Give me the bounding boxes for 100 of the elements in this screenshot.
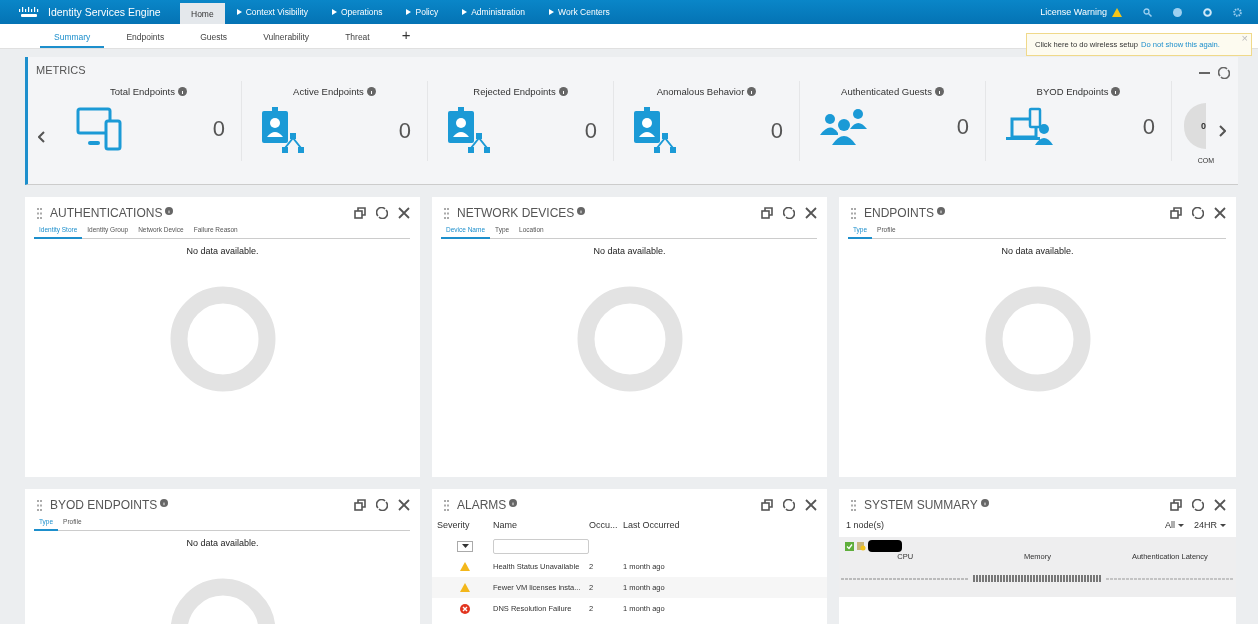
- info-icon: [577, 206, 586, 215]
- drag-handle-icon[interactable]: [444, 499, 449, 511]
- caret-icon: [1220, 523, 1226, 527]
- license-warning-link[interactable]: License Warning: [1040, 7, 1107, 17]
- caret-icon: [461, 544, 469, 548]
- dashlet-title: NETWORK DEVICES: [457, 206, 575, 220]
- detach-icon[interactable]: [761, 207, 773, 219]
- info-icon: [1111, 87, 1121, 96]
- id-badge-network-icon: [448, 107, 492, 155]
- metric-value: 0: [770, 118, 783, 144]
- refresh-icon[interactable]: [376, 499, 388, 511]
- search-icon[interactable]: [1143, 7, 1152, 17]
- metric-title: Rejected Endpoints: [473, 86, 556, 97]
- info-icon: [558, 87, 568, 96]
- sub-tab[interactable]: Endpoints: [112, 28, 179, 48]
- dashlet-title: AUTHENTICATIONS: [50, 206, 163, 220]
- redaction-mark: [868, 540, 902, 552]
- metric-value: 0: [398, 118, 411, 144]
- filter-dropdown[interactable]: 24HR: [1194, 520, 1226, 530]
- metric-value: 0: [212, 116, 225, 142]
- nav-tab[interactable]: Operations: [319, 3, 395, 21]
- info-icon: [366, 87, 376, 96]
- metric-title: Total Endpoints: [110, 86, 175, 97]
- empty-message: No data available.: [185, 538, 260, 548]
- close-icon[interactable]: [398, 499, 410, 511]
- detach-icon[interactable]: [761, 499, 773, 511]
- gauge-value: 0: [1201, 121, 1206, 131]
- empty-message: No data available.: [1000, 246, 1075, 256]
- warning-icon: [460, 583, 470, 592]
- info-icon: [509, 498, 518, 507]
- column-header[interactable]: Last Occurred: [623, 520, 709, 530]
- nav-tab[interactable]: Administration: [450, 3, 538, 21]
- metric-title: Active Endpoints: [293, 86, 364, 97]
- refresh-icon[interactable]: [1218, 67, 1230, 79]
- refresh-icon[interactable]: [1192, 499, 1204, 511]
- settings-icon[interactable]: [1203, 7, 1212, 17]
- warning-icon: [1112, 7, 1122, 17]
- column-header[interactable]: Severity: [437, 520, 493, 530]
- detach-icon[interactable]: [1170, 207, 1182, 219]
- close-icon[interactable]: [398, 207, 410, 219]
- drag-handle-icon[interactable]: [37, 207, 42, 219]
- close-icon[interactable]: [805, 207, 817, 219]
- detach-icon[interactable]: [354, 499, 366, 511]
- column-header[interactable]: Name: [493, 520, 589, 530]
- product-name: Identity Services Engine: [48, 6, 162, 18]
- sub-tab[interactable]: Threat: [331, 28, 384, 48]
- panel-title: METRICS: [36, 64, 86, 76]
- close-icon[interactable]: [1214, 207, 1226, 219]
- caret-icon: [462, 9, 468, 15]
- computer-and-phone-icon: [76, 107, 124, 151]
- laptop-phone-person-icon: [1006, 107, 1054, 147]
- caret-icon: [331, 9, 337, 15]
- nav-tab[interactable]: Context Visibility: [224, 3, 320, 21]
- caret-icon: [406, 9, 412, 15]
- caret-icon: [1178, 523, 1184, 527]
- dashlet-title: ENDPOINTS: [864, 206, 934, 220]
- refresh-icon[interactable]: [783, 499, 795, 511]
- metric-title: BYOD Endpoints: [1036, 86, 1109, 97]
- info-icon: [165, 206, 174, 215]
- name-filter-field[interactable]: [493, 538, 589, 554]
- refresh-icon[interactable]: [376, 207, 388, 219]
- info-icon: [937, 206, 945, 215]
- drag-handle-icon[interactable]: [444, 207, 449, 219]
- metric-value: 0: [584, 118, 597, 144]
- people-group-icon: [820, 107, 868, 147]
- gear-icon[interactable]: [1233, 7, 1242, 17]
- drag-handle-icon[interactable]: [851, 207, 856, 219]
- drag-handle-icon[interactable]: [851, 499, 856, 511]
- sub-tab[interactable]: Guests: [186, 28, 242, 48]
- metric-title: Authenticated Guests: [841, 86, 932, 97]
- id-badge-network-icon: [262, 107, 306, 155]
- metric-value: 0: [1142, 114, 1155, 140]
- info-icon: [980, 498, 989, 507]
- info-icon: [934, 87, 944, 96]
- nav-tab[interactable]: Policy: [394, 3, 451, 21]
- filter-dropdown[interactable]: All: [1164, 520, 1184, 530]
- dashlet-title: SYSTEM SUMMARY: [864, 498, 978, 512]
- warning-icon: [460, 562, 470, 571]
- sub-tab[interactable]: Summary: [40, 28, 105, 48]
- empty-message: No data available.: [185, 246, 260, 256]
- add-tab-button[interactable]: +: [401, 26, 411, 43]
- drag-handle-icon[interactable]: [37, 499, 42, 511]
- detach-icon[interactable]: [354, 207, 366, 219]
- severity-filter-dropdown[interactable]: [457, 540, 473, 552]
- error-icon: [460, 603, 470, 614]
- node-icon: [856, 541, 866, 551]
- nav-tab[interactable]: Home: [180, 3, 225, 24]
- close-icon[interactable]: [1214, 499, 1226, 511]
- nav-tab[interactable]: Work Centers: [537, 3, 622, 21]
- metric-title: Anomalous Behavior: [656, 86, 745, 97]
- caret-icon: [549, 9, 555, 15]
- sub-tab[interactable]: Vulnerability: [249, 28, 324, 48]
- detach-icon[interactable]: [1170, 499, 1182, 511]
- refresh-icon[interactable]: [783, 207, 795, 219]
- refresh-icon[interactable]: [1192, 207, 1204, 219]
- close-icon[interactable]: [805, 499, 817, 511]
- logo-icon: [18, 6, 40, 18]
- caret-icon: [236, 9, 242, 15]
- column-header[interactable]: Occu...: [589, 520, 623, 530]
- dashlet-title: ALARMS: [457, 498, 507, 512]
